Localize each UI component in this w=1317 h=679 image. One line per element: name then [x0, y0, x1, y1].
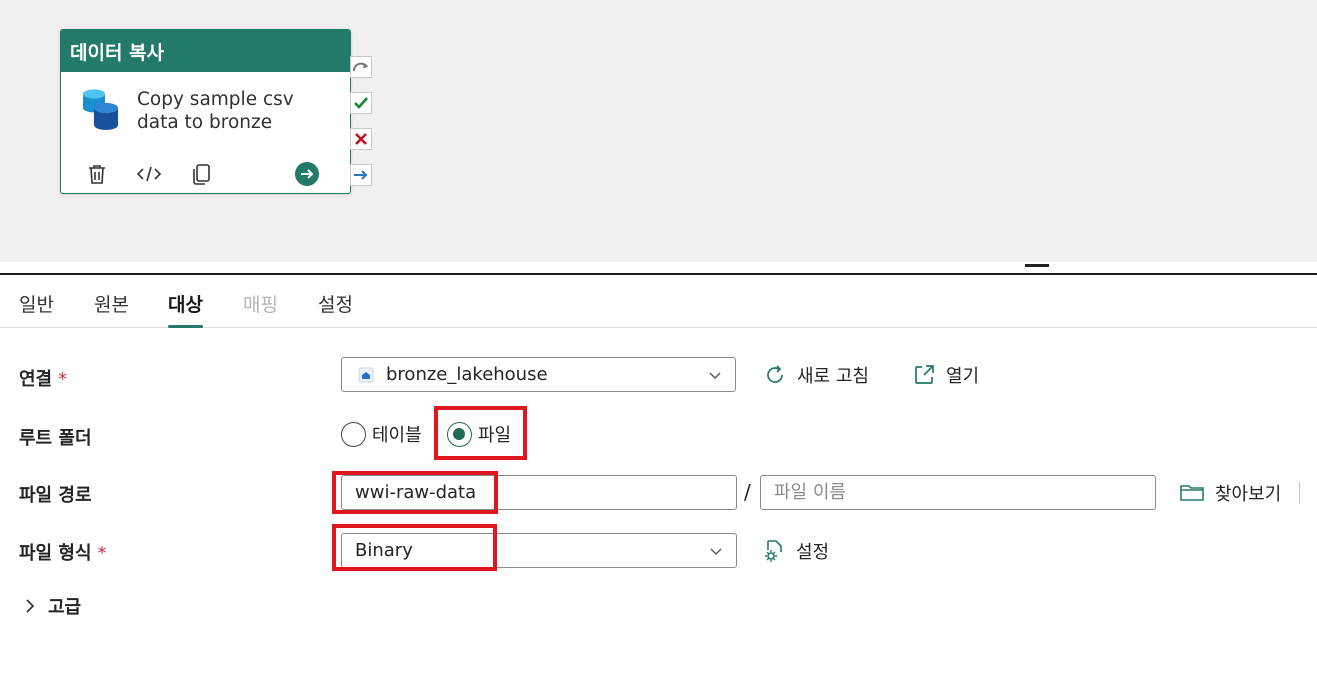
browse-button[interactable]: 찾아보기: [1179, 480, 1281, 506]
file-format-label: 파일 형식 *: [19, 543, 107, 564]
activity-name: Copy sample csv data to bronze: [137, 89, 294, 133]
toolbar-separator: [1299, 482, 1300, 504]
success-port-icon[interactable]: [350, 92, 372, 114]
format-settings-button[interactable]: 설정: [762, 538, 829, 564]
file-format-value: Binary: [355, 540, 413, 561]
go-arrow-icon[interactable]: [293, 160, 321, 188]
refresh-icon: [767, 365, 783, 383]
panel-resize-handle[interactable]: [1025, 264, 1049, 267]
file-settings-icon: [765, 540, 782, 562]
open-button[interactable]: 열기: [912, 362, 979, 388]
tab-source[interactable]: 원본: [94, 290, 129, 328]
refresh-button[interactable]: 새로 고침: [763, 362, 869, 388]
skip-port-icon[interactable]: [350, 56, 372, 78]
chevron-right-icon: [26, 599, 35, 613]
code-icon[interactable]: [135, 160, 163, 188]
tab-mapping[interactable]: 매핑: [243, 290, 278, 328]
required-mark: *: [97, 543, 107, 564]
folder-path-input[interactable]: [341, 475, 737, 510]
open-external-icon: [915, 365, 934, 384]
radio-files[interactable]: 파일: [447, 421, 511, 447]
folder-icon: [1180, 485, 1204, 501]
connection-value: bronze_lakehouse: [386, 364, 548, 385]
connection-select[interactable]: bronze_lakehouse: [341, 357, 736, 392]
root-folder-label: 루트 폴더: [19, 428, 92, 449]
copy-data-activity-card[interactable]: 데이터 복사 Copy sample csv data to bronze: [60, 29, 351, 194]
file-name-input[interactable]: [760, 475, 1156, 510]
tab-general[interactable]: 일반: [19, 290, 54, 328]
delete-icon[interactable]: [83, 160, 111, 188]
properties-tab-bar: 일반 원본 대상 매핑 설정: [0, 276, 1317, 328]
failure-port-icon[interactable]: [350, 128, 372, 150]
advanced-expander[interactable]: 고급: [22, 593, 81, 619]
chevron-down-icon: [710, 548, 722, 555]
tab-destination[interactable]: 대상: [168, 290, 203, 328]
connection-label: 연결 *: [19, 369, 68, 390]
database-icon: [83, 89, 118, 130]
tab-settings[interactable]: 설정: [318, 290, 353, 328]
pipeline-canvas[interactable]: 데이터 복사 Copy sample csv data to bronze: [0, 0, 1317, 262]
path-separator: /: [744, 480, 751, 504]
file-format-select[interactable]: Binary: [341, 533, 737, 568]
completion-port-icon[interactable]: [350, 164, 372, 186]
radio-table[interactable]: 테이블: [341, 421, 422, 447]
required-mark: *: [58, 369, 68, 390]
activity-type-header: 데이터 복사: [61, 30, 350, 72]
copy-icon[interactable]: [187, 160, 215, 188]
panel-divider: [0, 273, 1317, 275]
file-path-label: 파일 경로: [19, 485, 92, 506]
chevron-down-icon: [709, 372, 721, 379]
radio-table-circle[interactable]: [341, 421, 366, 447]
radio-files-circle[interactable]: [447, 421, 472, 447]
lakehouse-icon: [358, 367, 374, 382]
